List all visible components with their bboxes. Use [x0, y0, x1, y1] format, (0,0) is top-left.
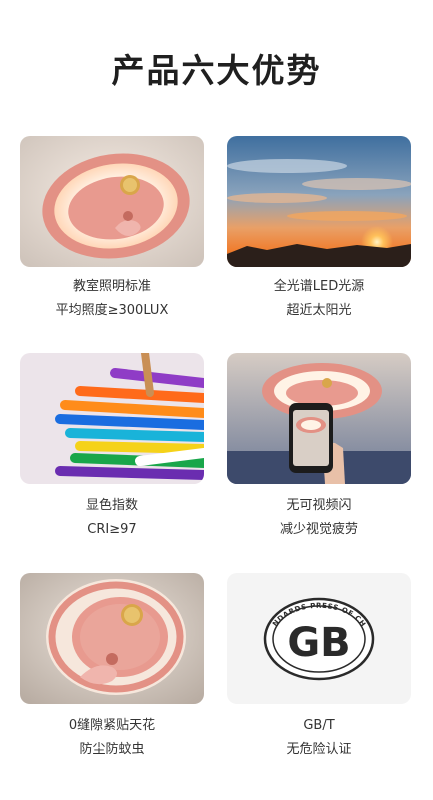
advantage-caption-2: 全光谱LED光源 超近太阳光	[227, 275, 411, 323]
advantage-detail: 防尘防蚊虫	[79, 742, 145, 757]
colored-pencils-image	[20, 353, 204, 484]
advantage-detail: 超近太阳光	[286, 303, 352, 318]
flicker-test-photo	[227, 353, 411, 484]
advantage-detail: CRI≥97	[87, 522, 137, 537]
advantage-title: 0缝隙紧贴天花	[68, 718, 156, 733]
advantage-title: GB/T	[303, 718, 335, 733]
advantage-caption-1: 教室照明标准 平均照度≥300LUX	[20, 275, 204, 323]
lamp-side-view-image	[20, 573, 204, 704]
advantage-detail: 无危险认证	[286, 742, 352, 757]
advantage-caption-4: 无可视频闪 减少视觉疲劳	[227, 494, 411, 542]
gb-center-text: GB	[287, 620, 350, 666]
advantage-title: 教室照明标准	[72, 279, 151, 294]
advantage-caption-5: 0缝隙紧贴天花 防尘防蚊虫	[20, 714, 204, 762]
page-title: 产品六大优势	[111, 51, 322, 90]
pink-ceiling-lamp-image	[20, 136, 204, 267]
sunset-sky-image	[227, 136, 411, 267]
lamp-photo	[20, 136, 204, 267]
gb-certification-card: STANDARDS PRESS OF CHINA GB	[227, 573, 411, 704]
advantage-caption-6: GB/T 无危险认证	[227, 714, 411, 762]
phone-camera-lamp-image	[227, 353, 411, 484]
advantage-title: 无可视频闪	[286, 498, 352, 513]
gb-standards-logo: STANDARDS PRESS OF CHINA GB	[227, 573, 411, 704]
advantage-caption-3: 显色指数 CRI≥97	[20, 494, 204, 542]
advantage-detail: 减少视觉疲劳	[279, 522, 358, 537]
sunset-photo	[227, 136, 411, 267]
ceiling-fit-photo	[20, 573, 204, 704]
advantage-title: 显色指数	[85, 498, 138, 513]
advantage-title: 全光谱LED光源	[273, 279, 365, 294]
advantage-detail: 平均照度≥300LUX	[55, 303, 169, 318]
color-pencils-photo	[20, 353, 204, 484]
